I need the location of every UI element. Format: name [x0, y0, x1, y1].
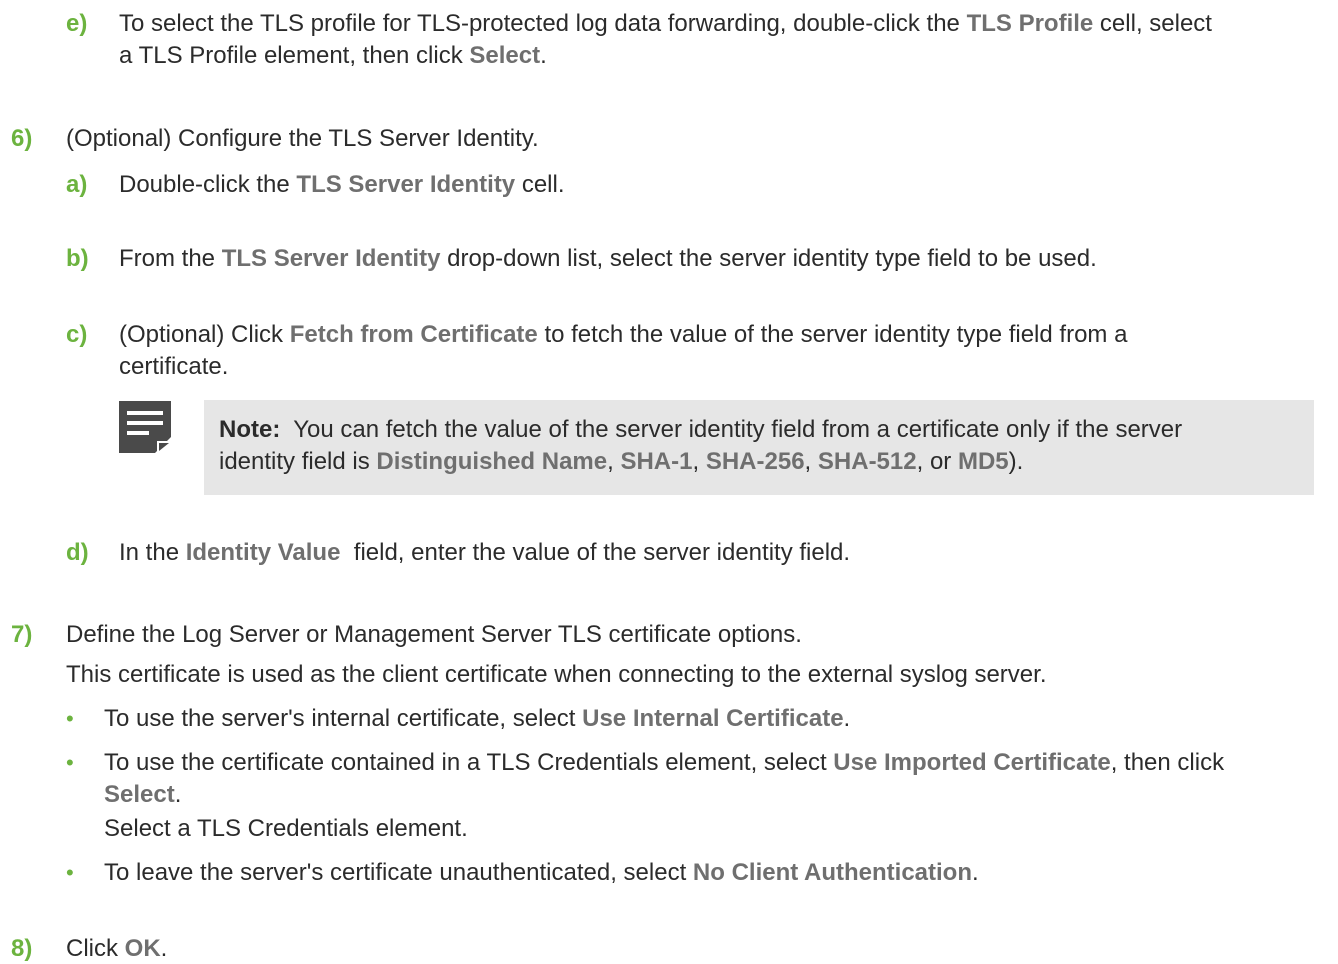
step-6d-line: In the Identity Value field, enter the v… [119, 538, 850, 568]
note-text: You can fetch the value of the server id… [280, 416, 1183, 443]
fetch-from-certificate-ui-term: Fetch from Certificate [289, 321, 538, 348]
bullet-internal-certificate: To use the server's internal certificate… [104, 704, 850, 734]
note-text: , [607, 448, 621, 475]
use-internal-certificate-ui-term: Use Internal Certificate [582, 705, 844, 732]
step-6a-text: Double-click the [119, 171, 297, 198]
bullet-marker: • [66, 750, 74, 775]
step-7-number: 7) [11, 621, 33, 648]
step-6-text: (Optional) Configure the TLS Server Iden… [66, 125, 539, 152]
step-6c-number: c) [66, 321, 88, 348]
tls-profile-ui-term: TLS Profile [966, 10, 1094, 37]
step-6a-line: Double-click the TLS Server Identity cel… [119, 170, 565, 200]
note-line1: Note: You can fetch the value of the ser… [219, 415, 1182, 445]
step-7-text: Define the Log Server or Management Serv… [66, 621, 802, 648]
ok-ui-term: OK [124, 935, 161, 962]
note-text: , or [916, 448, 958, 475]
step-5e-text: a TLS Profile element, then click [119, 42, 470, 69]
bullet-text: . [843, 705, 851, 732]
step-6c-text: to fetch the value of the server identit… [537, 321, 1128, 348]
step-6d-text: field, enter the value of the server ide… [340, 539, 851, 566]
distinguished-name-ui-term: Distinguished Name [376, 448, 608, 475]
bullet-imported-certificate-line3: Select a TLS Credentials element. [104, 815, 468, 842]
bullet-imported-certificate-line2: Select. [104, 780, 181, 810]
step-6d-text: In the [119, 539, 186, 566]
bullet-imported-certificate: To use the certificate contained in a TL… [104, 748, 1224, 778]
step-5e-text: . [540, 42, 547, 69]
bullet-text: To use the certificate contained in a TL… [104, 749, 834, 776]
note-text: ). [1008, 448, 1024, 475]
sha256-ui-term: SHA-256 [705, 448, 805, 475]
step-5e-number: e) [66, 10, 88, 37]
bullet-marker: • [66, 860, 74, 885]
step-7-info: This certificate is used as the client c… [66, 661, 1047, 688]
step-8-text: Click [66, 935, 125, 962]
note-icon-graphic [119, 401, 171, 453]
step-6d-number: d) [66, 539, 89, 566]
identity-value-ui-term: Identity Value [185, 539, 341, 566]
bullet-text: To use the server's internal certificate… [104, 705, 583, 732]
step-5e-text: To select the TLS profile for TLS-protec… [119, 10, 967, 37]
use-imported-certificate-ui-term: Use Imported Certificate [833, 749, 1111, 776]
note-text: , [804, 448, 818, 475]
step-5e-text: cell, select [1093, 10, 1212, 37]
step-6c-line1: (Optional) Click Fetch from Certificate … [119, 320, 1127, 350]
sha512-ui-term: SHA-512 [817, 448, 917, 475]
step-6b-number: b) [66, 245, 89, 272]
note-line2: identity field is Distinguished Name, SH… [219, 447, 1023, 477]
bullet-no-client-auth: To leave the server's certificate unauth… [104, 858, 979, 888]
step-8-text: . [160, 935, 168, 962]
bullet-marker: • [66, 706, 74, 731]
bullet-text: . [972, 859, 979, 886]
step-5e-line2: a TLS Profile element, then click Select… [119, 41, 547, 71]
bullet-text: To leave the server's certificate unauth… [104, 859, 693, 886]
md5-ui-term: MD5 [957, 448, 1009, 475]
note-text: identity field is [219, 448, 377, 475]
bullet-text: , then click [1110, 749, 1225, 776]
step-6b-line: From the TLS Server Identity drop-down l… [119, 244, 1097, 274]
sha1-ui-term: SHA-1 [620, 448, 693, 475]
step-6c-text: (Optional) Click [119, 321, 290, 348]
no-client-authentication-ui-term: No Client Authentication [692, 859, 972, 886]
note-label: Note: [219, 416, 281, 443]
note-text: , [692, 448, 706, 475]
select-ui-term: Select [469, 42, 541, 69]
step-6b-text: drop-down list, select the server identi… [440, 245, 1097, 272]
tls-server-identity-ui-term: TLS Server Identity [221, 245, 441, 272]
bullet-text: . [174, 781, 182, 808]
step-6a-number: a) [66, 171, 88, 198]
tls-server-identity-ui-term: TLS Server Identity [296, 171, 516, 198]
step-6b-text: From the [119, 245, 222, 272]
step-5e-line1: To select the TLS profile for TLS-protec… [119, 9, 1212, 39]
step-6c-line2: certificate. [119, 353, 229, 380]
select-ui-term: Select [104, 781, 175, 808]
note-icon [119, 401, 171, 453]
step-6-number: 6) [11, 125, 33, 152]
step-6a-text: cell. [515, 171, 565, 198]
